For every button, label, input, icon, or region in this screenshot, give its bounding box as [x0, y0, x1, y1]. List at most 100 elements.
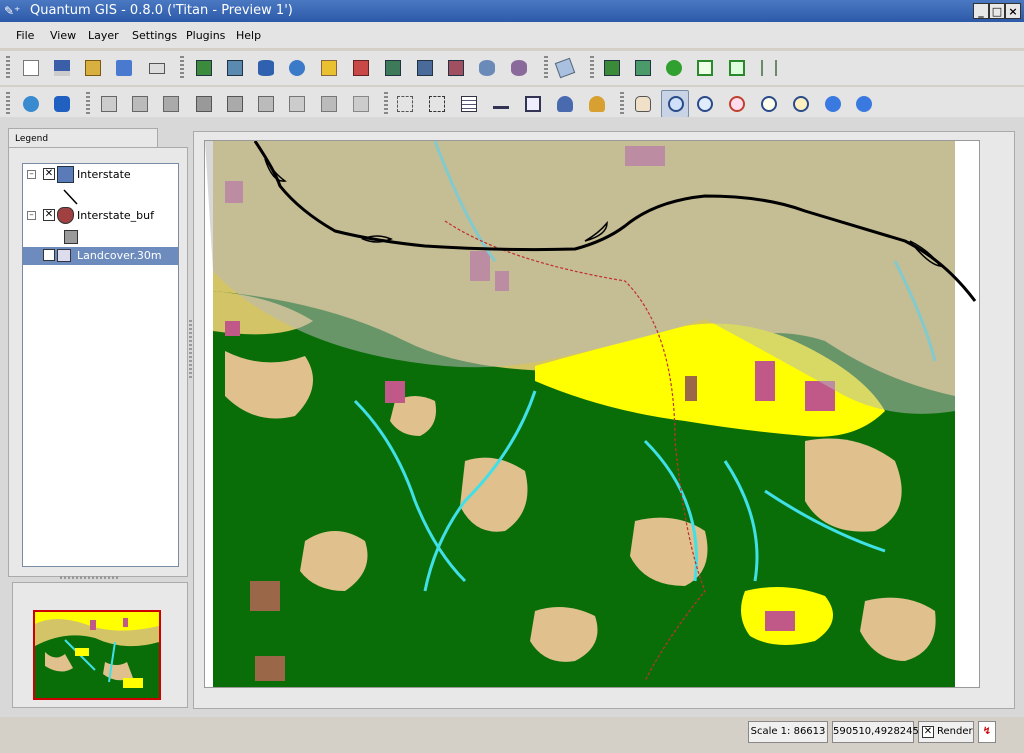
- toolbar-grip[interactable]: [544, 56, 548, 80]
- maximize-button[interactable]: □: [989, 3, 1005, 19]
- print-button[interactable]: [146, 57, 168, 79]
- grass-edit-button[interactable]: [663, 57, 685, 79]
- panel-splitter[interactable]: [60, 576, 120, 579]
- layer-row-interstate[interactable]: – ✕ Interstate: [23, 166, 178, 184]
- zoom-full-icon: [729, 96, 745, 112]
- menu-layer[interactable]: Layer: [88, 29, 119, 42]
- zoom-in-button[interactable]: [661, 90, 689, 118]
- add-raster-button[interactable]: [224, 57, 246, 79]
- capture-line-button[interactable]: [129, 93, 151, 115]
- map-sheet-icon: [729, 60, 745, 76]
- add-postgis-button[interactable]: [255, 57, 277, 79]
- layer-properties-button[interactable]: [382, 57, 404, 79]
- layer-visibility-checkbox[interactable]: ✕: [43, 168, 55, 180]
- north-arrow-button[interactable]: [586, 93, 608, 115]
- add-wms-button[interactable]: [286, 57, 308, 79]
- add-vector-button[interactable]: [193, 57, 215, 79]
- toolbar-grip[interactable]: [6, 92, 10, 116]
- capture-gps-button[interactable]: [20, 93, 42, 115]
- vertical-splitter[interactable]: [189, 320, 192, 380]
- printer-icon: [149, 63, 165, 74]
- new-layer-button[interactable]: [318, 57, 340, 79]
- close-button[interactable]: ×: [1005, 3, 1021, 19]
- stop-render-icon: ↯: [982, 726, 992, 737]
- add-vertex-icon: [227, 96, 243, 112]
- overview-map[interactable]: [33, 610, 161, 700]
- save-as-icon: [85, 60, 101, 76]
- capture-point-button[interactable]: [98, 93, 120, 115]
- save-as-button[interactable]: [82, 57, 104, 79]
- remove-layer-button[interactable]: [350, 57, 372, 79]
- menu-plugins[interactable]: Plugins: [186, 29, 225, 42]
- measure-area-button[interactable]: [522, 93, 544, 115]
- zoom-last-button[interactable]: [822, 93, 844, 115]
- delete-selected-button[interactable]: [193, 93, 215, 115]
- title-bar: ✎⁺ Quantum GIS - 0.8.0 ('Titan - Preview…: [0, 0, 1024, 22]
- layer-visibility-checkbox[interactable]: ✕: [43, 209, 55, 221]
- menu-settings[interactable]: Settings: [132, 29, 177, 42]
- layer-row-landcover[interactable]: ✕ Landcover.30m: [23, 247, 178, 265]
- render-checkbox[interactable]: ✕: [922, 726, 934, 738]
- add-all-to-overview-button[interactable]: [414, 57, 436, 79]
- layer-visibility-checkbox[interactable]: ✕: [43, 249, 55, 261]
- move-vertex-button[interactable]: [286, 93, 308, 115]
- hide-all-layers-button[interactable]: [508, 57, 530, 79]
- scale-display: Scale 1: 86613: [748, 721, 828, 743]
- zoom-to-layer-button[interactable]: [758, 93, 780, 115]
- ruler-icon: [493, 101, 509, 109]
- identify-features-button[interactable]: [426, 93, 448, 115]
- toolbar-grip[interactable]: [6, 56, 10, 80]
- select-features-button[interactable]: [394, 93, 416, 115]
- grass-tools-button[interactable]: [601, 57, 623, 79]
- plugin-manager-button[interactable]: [554, 57, 576, 79]
- grass-shell-button[interactable]: [758, 57, 780, 79]
- window-title: Quantum GIS - 0.8.0 ('Titan - Preview 1'…: [30, 3, 293, 18]
- capture-polygon-button[interactable]: [160, 93, 182, 115]
- flag-icon: [697, 60, 713, 76]
- zoom-in-icon: [668, 96, 684, 112]
- toolbar-grip[interactable]: [86, 92, 90, 116]
- minimize-button[interactable]: _: [973, 3, 989, 19]
- paste-features-button[interactable]: [350, 93, 372, 115]
- add-vector-icon: [196, 60, 212, 76]
- grass-open-vector-button[interactable]: [726, 57, 748, 79]
- layer-row-interstate-buf[interactable]: – ✕ Interstate_buf: [23, 207, 178, 225]
- map-canvas[interactable]: [204, 140, 980, 688]
- new-project-button[interactable]: [20, 57, 42, 79]
- stop-render-button[interactable]: ↯: [978, 721, 996, 743]
- delete-vertex-button[interactable]: [255, 93, 277, 115]
- grass-new-vector-button[interactable]: [694, 57, 716, 79]
- show-all-layers-button[interactable]: [476, 57, 498, 79]
- collapse-icon[interactable]: –: [27, 211, 36, 220]
- toolbar-grip[interactable]: [180, 56, 184, 80]
- toolbar-grip[interactable]: [384, 92, 388, 116]
- remove-all-from-overview-button[interactable]: [445, 57, 467, 79]
- render-toggle[interactable]: ✕ Render: [918, 721, 974, 743]
- zoom-full-button[interactable]: [726, 93, 748, 115]
- open-attribute-table-button[interactable]: [458, 93, 480, 115]
- table-icon: [461, 96, 477, 112]
- menu-view[interactable]: View: [50, 29, 76, 42]
- menu-file[interactable]: File: [16, 29, 34, 42]
- polygon-layer-icon: [57, 207, 74, 224]
- grass-region-button[interactable]: [632, 57, 654, 79]
- map-tips-button[interactable]: [554, 93, 576, 115]
- toolbar-grip[interactable]: [620, 92, 624, 116]
- add-map-button[interactable]: [51, 93, 73, 115]
- open-project-button[interactable]: [113, 57, 135, 79]
- zoom-to-selection-button[interactable]: [790, 93, 812, 115]
- refresh-button[interactable]: [853, 93, 875, 115]
- line-layer-icon: [57, 166, 74, 183]
- zoom-out-button[interactable]: [694, 93, 716, 115]
- add-vertex-button[interactable]: [224, 93, 246, 115]
- measure-line-button[interactable]: [490, 93, 512, 115]
- menu-help[interactable]: Help: [236, 29, 261, 42]
- overview-map-image: [35, 612, 159, 698]
- cut-features-button[interactable]: [318, 93, 340, 115]
- pan-map-button[interactable]: [632, 93, 654, 115]
- raster-layer-icon: [57, 249, 71, 262]
- legend-tab[interactable]: Legend: [8, 128, 158, 148]
- save-project-button[interactable]: [51, 57, 73, 79]
- collapse-icon[interactable]: –: [27, 170, 36, 179]
- toolbar-grip[interactable]: [590, 56, 594, 80]
